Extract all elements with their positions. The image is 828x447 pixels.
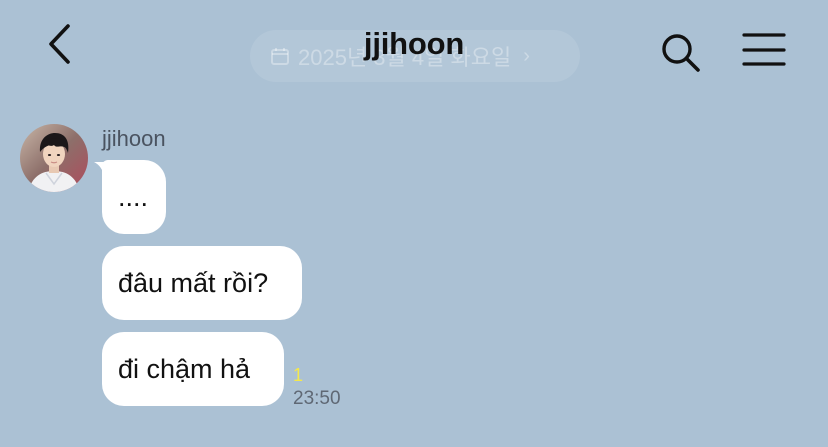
message-bubble[interactable]: đi chậm hả — [102, 332, 284, 406]
message-time: 23:50 — [293, 388, 341, 409]
message-bubble[interactable]: .... — [102, 160, 166, 234]
unread-count: 1 — [293, 365, 304, 385]
profile-photo — [20, 124, 88, 192]
avatar[interactable] — [20, 124, 88, 192]
chat-screen: 2025년 3월 4일 화요일 › jjihoon jjihoon .... đ… — [0, 0, 828, 447]
chat-title: jjihoon — [363, 26, 465, 61]
sender-name: jjihoon — [102, 126, 166, 151]
message-bubble[interactable]: đâu mất rồi? — [102, 246, 302, 320]
